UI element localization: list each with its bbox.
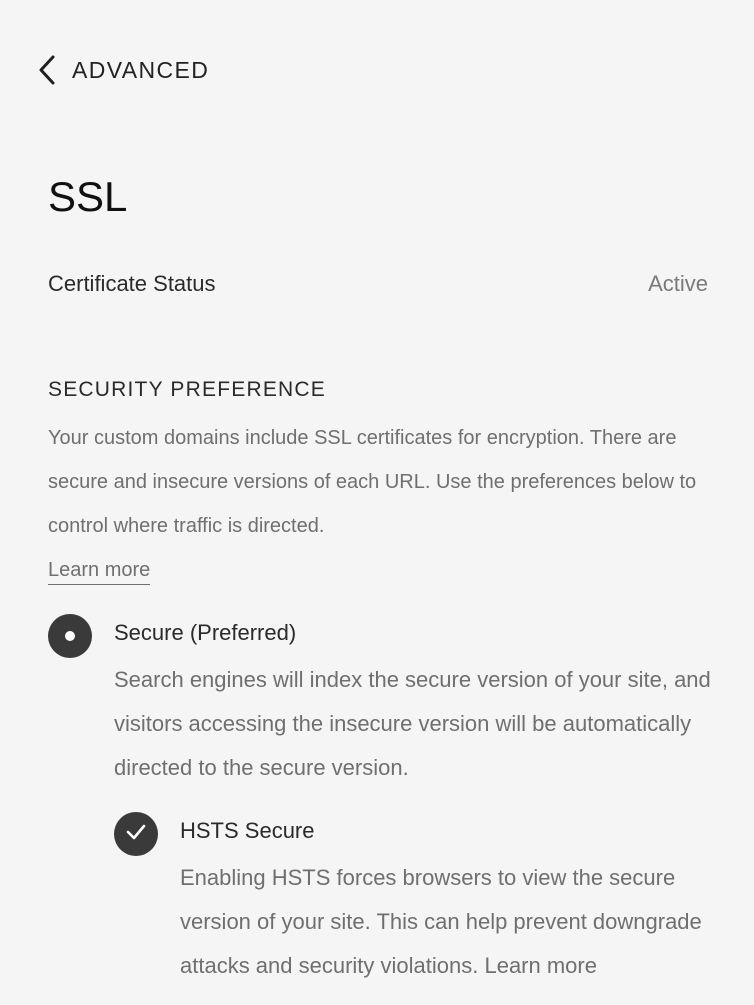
learn-more-link[interactable]: Learn more bbox=[48, 556, 151, 585]
chevron-left-icon bbox=[36, 54, 58, 86]
secure-preferred-description: Search engines will index the secure ver… bbox=[114, 667, 711, 780]
certificate-status-row: Certificate Status Active bbox=[48, 266, 708, 302]
back-label: ADVANCED bbox=[72, 56, 210, 83]
radio-selected-dot bbox=[65, 631, 75, 641]
back-button[interactable]: ADVANCED bbox=[36, 52, 209, 88]
hsts-title: HSTS Secure bbox=[180, 818, 315, 843]
section-heading: SECURITY PREFERENCE bbox=[48, 378, 326, 401]
secure-preferred-radio[interactable] bbox=[48, 614, 92, 658]
section-description: Your custom domains include SSL certific… bbox=[48, 427, 697, 537]
secure-preferred-title: Secure (Preferred) bbox=[114, 620, 297, 645]
checkmark-icon bbox=[125, 823, 147, 846]
hsts-checkbox[interactable] bbox=[114, 812, 158, 856]
certificate-status-value: Active bbox=[648, 271, 708, 296]
hsts-description: Enabling HSTS forces browsers to view th… bbox=[180, 865, 702, 978]
certificate-status-label: Certificate Status bbox=[48, 271, 216, 296]
page-title: SSL bbox=[48, 173, 128, 220]
